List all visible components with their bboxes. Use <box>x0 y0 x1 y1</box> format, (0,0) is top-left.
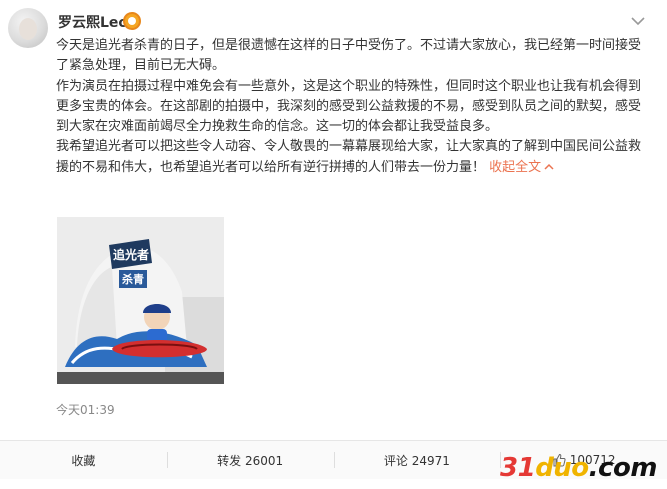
author-name[interactable]: 罗云熙Leo <box>58 12 128 32</box>
avatar[interactable] <box>8 8 48 48</box>
repost-button[interactable]: 转发 26001 <box>166 441 334 479</box>
verified-badge-icon <box>123 12 141 30</box>
site-watermark: 31duo.com <box>500 453 657 483</box>
cake-topper-text: 追光者 <box>113 247 149 262</box>
post-timestamp[interactable]: 今天01:39 <box>56 401 115 418</box>
post-paragraph: 今天是追光者杀青的日子，但是很遗憾在这样的日子中受伤了。不过请大家放心，我已经第… <box>56 38 642 74</box>
favorite-button[interactable]: 收藏 <box>0 441 167 479</box>
chevron-down-icon[interactable] <box>629 14 647 28</box>
post-text: 今天是追光者杀青的日子，但是很遗憾在这样的日子中受伤了。不过请大家放心，我已经第… <box>56 36 648 178</box>
post-paragraph: 我希望追光者可以把这些令人动容、令人敬畏的一幕幕展现给大家，让大家真的了解到中国… <box>56 137 648 178</box>
post-photo[interactable]: 追光者 杀青 <box>57 217 224 384</box>
repost-label: 转发 26001 <box>217 453 284 468</box>
comment-button[interactable]: 评论 24971 <box>333 441 501 479</box>
cake-badge-text: 杀青 <box>122 272 144 286</box>
comment-label: 评论 24971 <box>383 453 450 468</box>
collapse-label: 收起全文 <box>489 159 542 175</box>
post-paragraph: 作为演员在拍摄过程中难免会有一些意外，这是这个职业的特殊性，但同时这个职业也让我… <box>56 78 642 135</box>
favorite-label: 收藏 <box>71 453 96 468</box>
chevron-up-icon <box>544 164 554 170</box>
collapse-link[interactable]: 收起全文 <box>489 160 555 175</box>
cake-image: 追光者 杀青 <box>57 217 224 384</box>
